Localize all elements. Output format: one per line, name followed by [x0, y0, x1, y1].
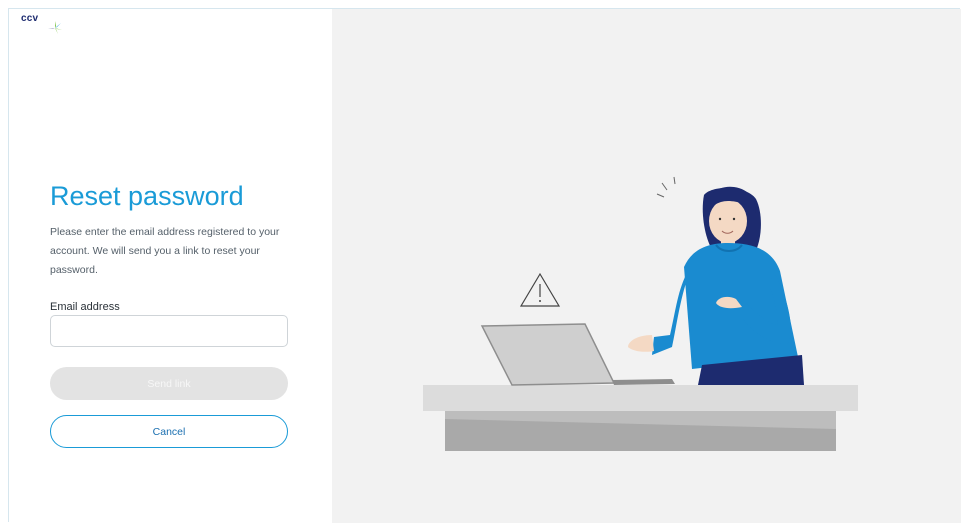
warning-triangle-icon	[519, 272, 561, 307]
cancel-button[interactable]: Cancel	[50, 415, 288, 448]
logo-star	[48, 21, 62, 34]
reset-description: Please enter the email address registere…	[50, 226, 280, 276]
email-label: Email address	[50, 301, 120, 313]
woman-at-laptop-illustration	[423, 176, 858, 451]
illustration-panel	[332, 9, 961, 523]
ccv-logo-icon[interactable]: ccv	[21, 13, 71, 37]
form-panel: ccv Reset password Please enter the emai…	[9, 9, 332, 523]
email-field[interactable]	[50, 315, 288, 347]
page-title: Reset password	[50, 181, 244, 211]
send-link-button[interactable]: Send link	[50, 367, 288, 400]
